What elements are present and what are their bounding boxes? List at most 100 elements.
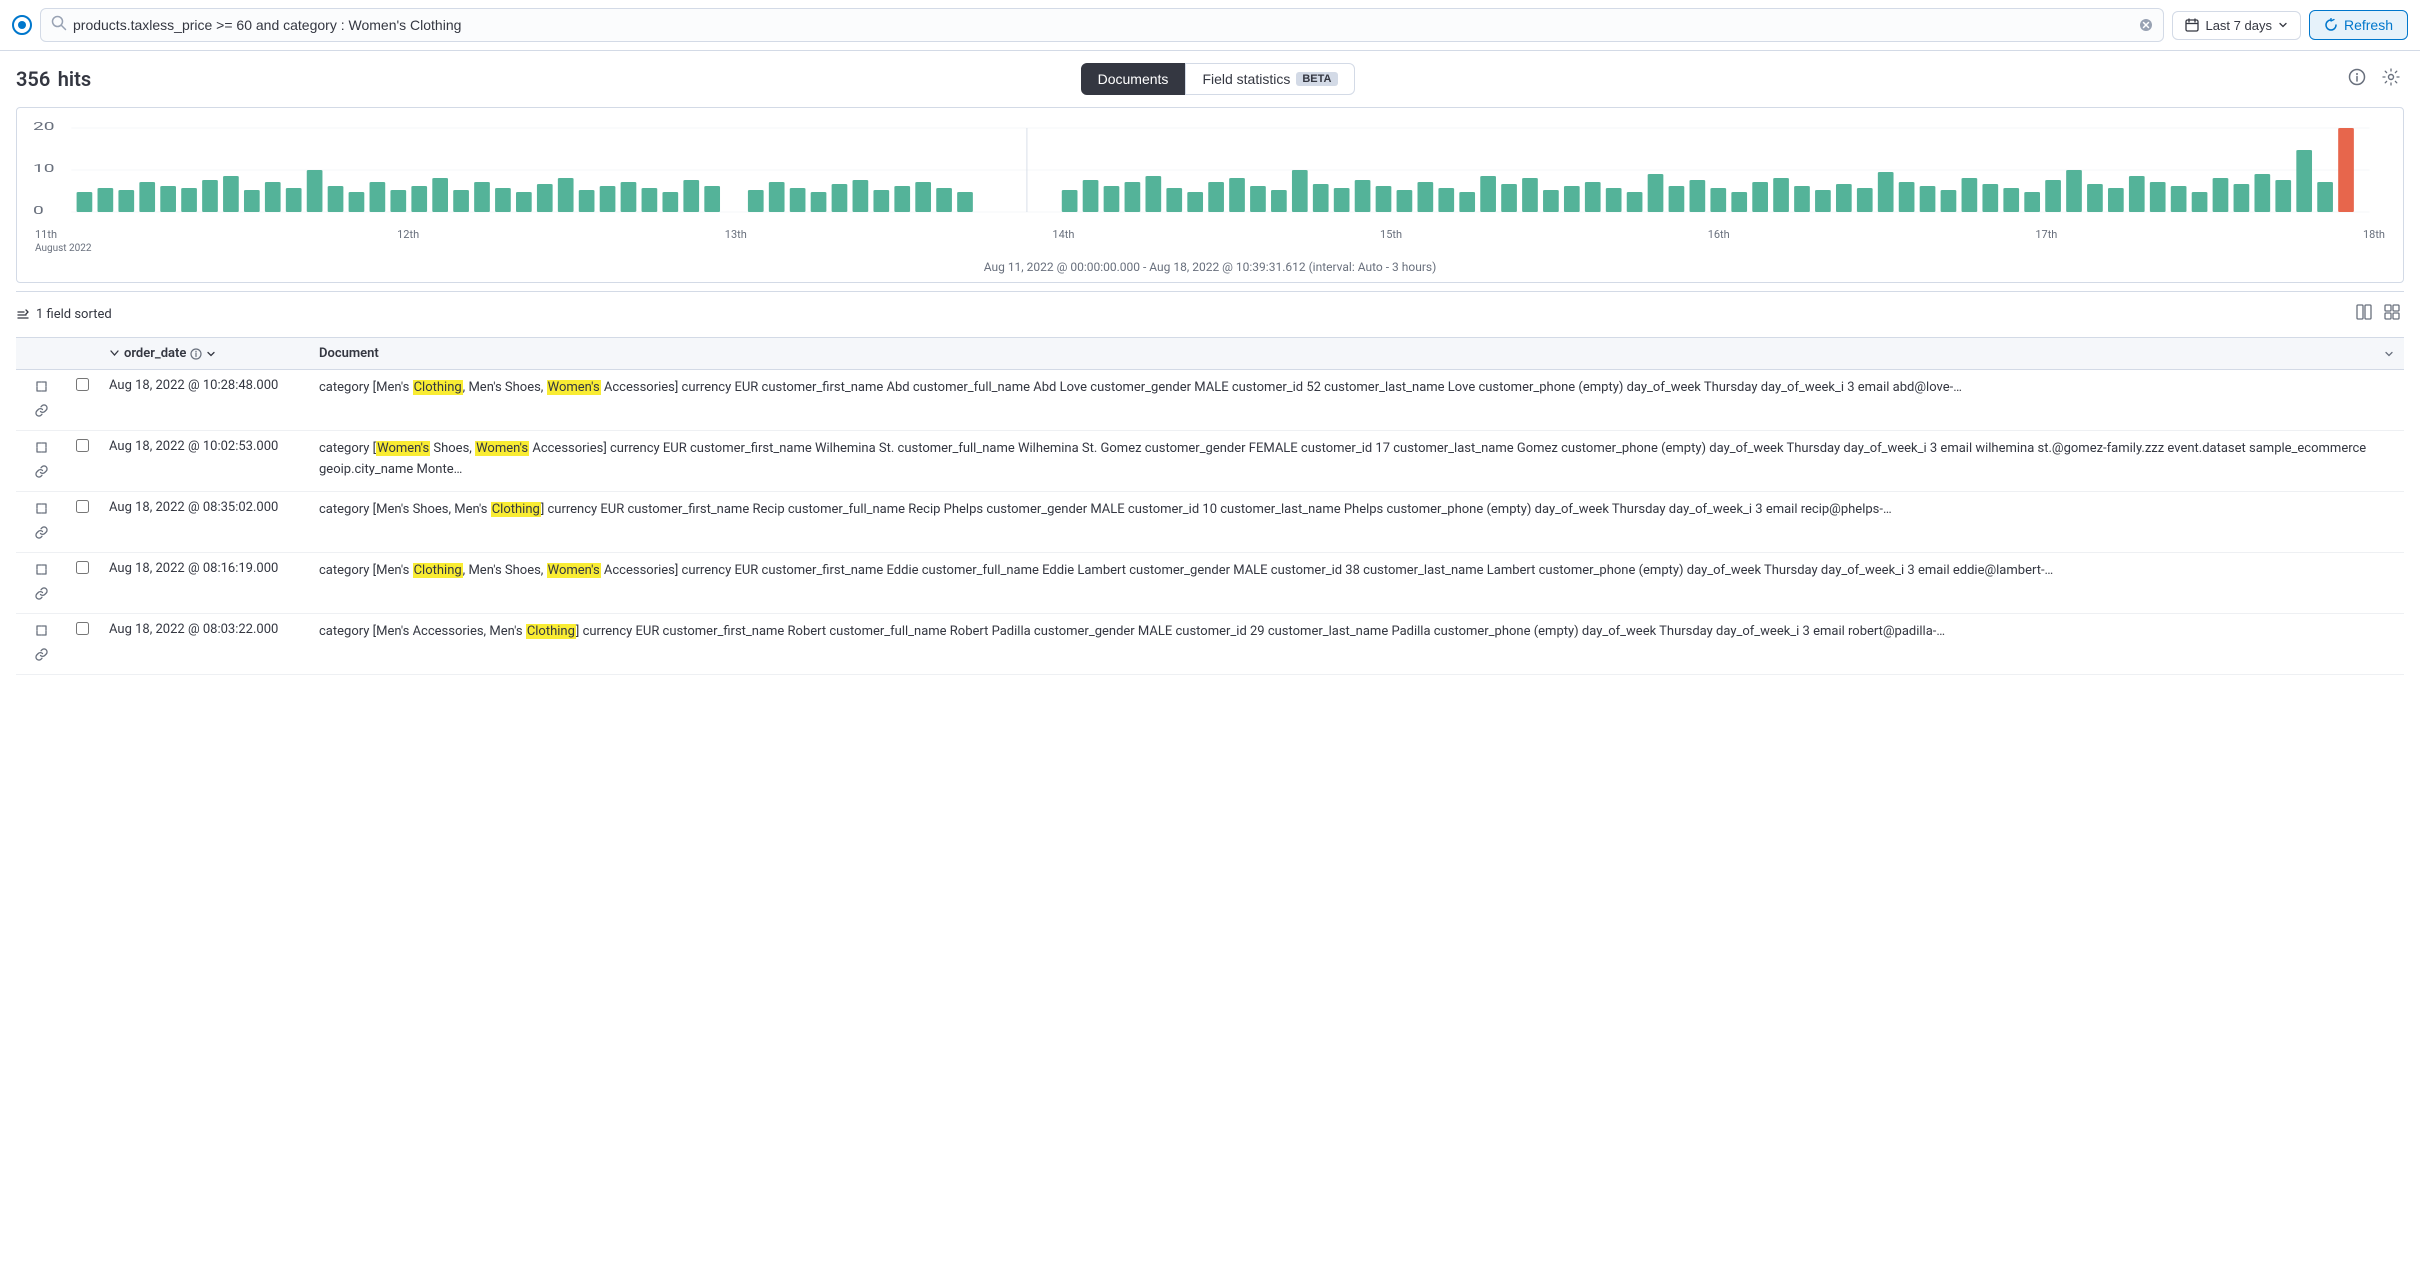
svg-text:20: 20 <box>33 120 55 133</box>
field-value: Men's Shoes, Men's <box>376 502 491 517</box>
row-date-cell: Aug 18, 2022 @ 10:28:48.000 <box>99 370 309 431</box>
row-expand-button[interactable] <box>33 500 50 520</box>
tab-field-statistics[interactable]: Field statistics BETA <box>1185 63 1354 95</box>
settings-button[interactable] <box>2378 64 2404 95</box>
field-value: Men's Accessories, Men's <box>376 624 526 639</box>
field-value: Men's <box>376 563 412 578</box>
chart-time-range: Aug 11, 2022 @ 00:00:00.000 - Aug 18, 20… <box>33 260 2387 274</box>
row-date-cell: Aug 18, 2022 @ 10:02:53.000 <box>99 431 309 492</box>
refresh-label: Refresh <box>2344 17 2393 33</box>
row-checkbox-cell <box>66 614 99 675</box>
row-document-cell: category [Men's Shoes, Men's Clothing] c… <box>309 492 2404 553</box>
col-header-order-date[interactable]: order_date <box>99 338 309 370</box>
results-table: order_date Document <box>16 338 2404 675</box>
highlighted-term: Clothing <box>413 380 463 395</box>
col-document-label: Document <box>319 346 379 361</box>
toolbar-right <box>2344 64 2404 95</box>
highlighted-term: Women's <box>475 441 529 456</box>
x-label-aug15: 15th <box>1380 228 1402 254</box>
row-date-cell: Aug 18, 2022 @ 08:16:19.000 <box>99 553 309 614</box>
table-row: Aug 18, 2022 @ 10:02:53.000category [Wom… <box>16 431 2404 492</box>
row-checkbox-cell <box>66 553 99 614</box>
col-header-actions <box>16 338 66 370</box>
row-actions-cell <box>16 431 66 492</box>
row-checkbox-cell <box>66 370 99 431</box>
table-row: Aug 18, 2022 @ 08:03:22.000category [Men… <box>16 614 2404 675</box>
row-expand-button[interactable] <box>33 622 50 642</box>
row-expand-button[interactable] <box>33 439 50 459</box>
x-label-aug14: 14th <box>1052 228 1074 254</box>
sort-label[interactable]: 1 field sorted <box>16 307 112 322</box>
col-order-date-label: order_date <box>124 346 186 361</box>
row-document-cell: category [Women's Shoes, Women's Accesso… <box>309 431 2404 492</box>
row-document-cell: category [Men's Clothing, Men's Shoes, W… <box>309 370 2404 431</box>
row-checkbox[interactable] <box>76 439 89 452</box>
chart-x-labels: 11thAugust 2022 12th 13th 14th 15th 16th… <box>33 228 2387 254</box>
field-value: , Men's Shoes, <box>463 380 547 395</box>
x-label-aug12: 12th <box>397 228 419 254</box>
svg-text:10: 10 <box>33 161 55 174</box>
row-actions-cell <box>16 553 66 614</box>
search-input-container <box>40 8 2164 42</box>
sort-info-label: 1 field sorted <box>36 307 112 322</box>
field-name: category <box>319 441 369 456</box>
highlighted-term: Clothing <box>526 624 576 639</box>
refresh-button[interactable]: Refresh <box>2309 10 2408 40</box>
field-name: category <box>319 502 369 517</box>
date-range-button[interactable]: Last 7 days <box>2172 11 2301 40</box>
row-expand-button[interactable] <box>33 378 50 398</box>
row-document-cell: category [Men's Clothing, Men's Shoes, W… <box>309 553 2404 614</box>
row-link-button[interactable] <box>33 524 50 544</box>
row-checkbox-cell <box>66 492 99 553</box>
row-link-button[interactable] <box>33 646 50 666</box>
tab-documents[interactable]: Documents <box>1081 63 1186 95</box>
inspect-button[interactable] <box>2344 64 2370 95</box>
field-value: Shoes, <box>430 441 475 456</box>
sort-toolbar-icons <box>2352 300 2404 329</box>
columns-view-button[interactable] <box>2352 300 2376 329</box>
beta-badge: BETA <box>1296 72 1337 86</box>
row-link-button[interactable] <box>33 463 50 483</box>
tabs-container: Documents Field statistics BETA <box>1081 63 1355 95</box>
x-label-aug18: 18th <box>2363 228 2385 254</box>
field-value: currency EUR customer_first_name Recip c… <box>544 502 1891 517</box>
main-content: 356 hits Documents Field statistics BETA <box>0 51 2420 687</box>
row-checkbox[interactable] <box>76 561 89 574</box>
highlighted-term: Women's <box>376 441 430 456</box>
row-actions-cell <box>16 492 66 553</box>
row-expand-button[interactable] <box>33 561 50 581</box>
field-value: , Men's Shoes, <box>463 563 547 578</box>
row-date-cell: Aug 18, 2022 @ 08:35:02.000 <box>99 492 309 553</box>
row-checkbox[interactable] <box>76 500 89 513</box>
field-value: currency EUR customer_first_name Eddie c… <box>678 563 2053 578</box>
row-checkbox[interactable] <box>76 378 89 391</box>
svg-text:0: 0 <box>33 203 44 216</box>
row-date-cell: Aug 18, 2022 @ 08:03:22.000 <box>99 614 309 675</box>
field-value: Accessories <box>529 441 603 456</box>
row-checkbox[interactable] <box>76 622 89 635</box>
search-input[interactable] <box>73 17 2133 33</box>
field-name: category <box>319 563 369 578</box>
clear-search-button[interactable] <box>2139 18 2153 32</box>
table-row: Aug 18, 2022 @ 08:16:19.000category [Men… <box>16 553 2404 614</box>
highlighted-term: Clothing <box>413 563 463 578</box>
search-icon <box>51 15 67 35</box>
app-logo <box>12 15 32 35</box>
row-link-button[interactable] <box>33 402 50 422</box>
table-row: Aug 18, 2022 @ 10:28:48.000category [Men… <box>16 370 2404 431</box>
x-label-aug17: 17th <box>2035 228 2057 254</box>
highlighted-term: Women's <box>547 563 601 578</box>
highlighted-term: Clothing <box>491 502 541 517</box>
row-checkbox-cell <box>66 431 99 492</box>
sort-row: 1 field sorted <box>16 291 2404 338</box>
histogram-chart: 20 10 0 <box>33 120 2387 220</box>
grid-view-button[interactable] <box>2380 300 2404 329</box>
field-name: category <box>319 624 369 639</box>
date-range-label: Last 7 days <box>2205 18 2272 33</box>
col-header-document: Document <box>309 338 2404 370</box>
row-document-cell: category [Men's Accessories, Men's Cloth… <box>309 614 2404 675</box>
col-header-checkbox <box>66 338 99 370</box>
row-link-button[interactable] <box>33 585 50 605</box>
table-row: Aug 18, 2022 @ 08:35:02.000category [Men… <box>16 492 2404 553</box>
field-value: currency EUR customer_first_name Robert … <box>579 624 1945 639</box>
